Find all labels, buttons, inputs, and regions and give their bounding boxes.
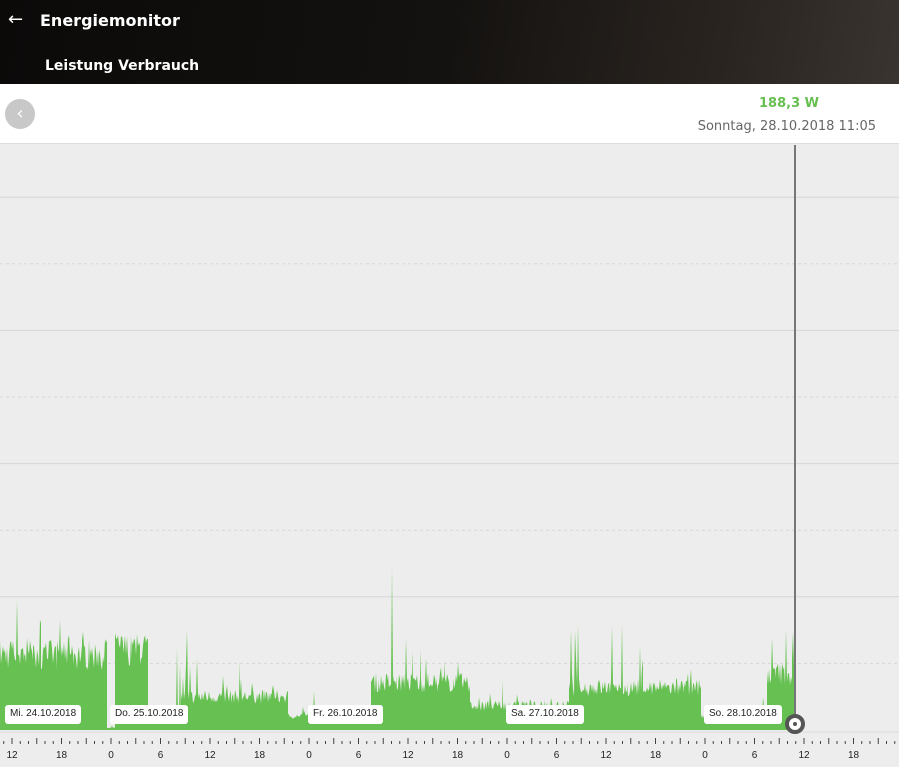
consumption-area-hour (90, 644, 99, 730)
current-value: 188,3 W (759, 96, 819, 111)
consumption-area-hour (429, 674, 437, 730)
x-tick-label: 0 (702, 750, 708, 761)
consumption-area-hour (486, 693, 495, 730)
consumption-area-hour (495, 680, 503, 730)
consumption-area-hour (272, 685, 280, 730)
consumption-area-hour (198, 690, 206, 730)
consumption-area-hour (693, 679, 701, 730)
x-tick-label: 12 (798, 750, 810, 761)
consumption-area-hour (594, 679, 602, 730)
x-tick-label: 0 (306, 750, 312, 761)
consumption-area-hour (643, 682, 651, 730)
consumption-area-hour (651, 679, 660, 730)
consumption-area-hour (297, 706, 305, 730)
x-tick-label: 18 (254, 750, 266, 761)
consumption-area-hour (478, 697, 486, 730)
x-tick-label: 6 (752, 750, 758, 761)
consumption-area-hour (610, 625, 618, 730)
x-tick-label: 12 (402, 750, 414, 761)
consumption-area-hour (618, 624, 627, 730)
x-tick-label: 18 (452, 750, 464, 761)
cursor-handle-dot (793, 722, 797, 726)
x-tick-label: 6 (158, 750, 164, 761)
x-tick-label: 18 (848, 750, 860, 761)
x-tick-label: 6 (554, 750, 560, 761)
consumption-area-hour (635, 645, 643, 730)
info-bar: ‹ 188,3 W Sonntag, 28.10.2018 11:05 (0, 84, 899, 144)
consumption-area-hour (107, 725, 115, 730)
page-subtitle: Leistung Verbrauch (45, 58, 200, 74)
consumption-area-hour (445, 673, 453, 730)
consumption-area-hour (214, 692, 222, 730)
power-chart[interactable]: 12 18 0 6 12 18 0 6 12 18 0 6 12 18 0 6 12 18 (0, 145, 899, 767)
consumption-area-hour (280, 690, 288, 730)
consumption-area-hour (783, 628, 792, 730)
x-tick-label: 0 (108, 750, 114, 761)
day-label: Fr. 26.10.2018 (308, 705, 383, 724)
consumption-area-hour (288, 713, 297, 730)
consumption-area-hour (412, 650, 420, 730)
consumption-area-hour (585, 682, 594, 730)
chevron-left-icon[interactable]: ‹ (5, 99, 35, 129)
consumption-area-hour (264, 689, 272, 730)
arrow-left-icon[interactable]: ← (8, 9, 23, 30)
consumption-area-hour (189, 658, 198, 730)
consumption-area-hour (82, 631, 90, 730)
consumption-area-hour (404, 637, 412, 730)
consumption-area-hour (99, 639, 107, 730)
page-title: Energiemonitor (40, 11, 180, 30)
consumption-area-hour (470, 701, 478, 730)
consumption-area-hour (684, 668, 693, 730)
consumption-area-hour (668, 682, 676, 730)
consumption-area-hour (239, 660, 247, 730)
x-tick-label: 0 (504, 750, 510, 761)
x-tick-label: 18 (56, 750, 68, 761)
day-label: Sa. 27.10.2018 (506, 705, 584, 724)
consumption-area-hour (437, 661, 445, 730)
consumption-area-hour (453, 662, 462, 730)
day-label: So. 28.10.2018 (704, 705, 782, 724)
x-tick-label: 12 (600, 750, 612, 761)
consumption-area-hour (676, 678, 684, 730)
consumption-area-hour (247, 682, 255, 730)
consumption-area-hour (602, 681, 610, 730)
consumption-area-hour (396, 674, 404, 730)
x-tick-label: 6 (356, 750, 362, 761)
current-timestamp: Sonntag, 28.10.2018 11:05 (697, 119, 876, 134)
consumption-area-hour (627, 680, 635, 730)
consumption-area-hour (660, 679, 668, 730)
x-tick-label: 18 (650, 750, 662, 761)
consumption-area-hour (462, 676, 470, 730)
consumption-area-hour (420, 649, 429, 730)
day-label: Do. 25.10.2018 (110, 705, 189, 724)
consumption-area-hour (222, 676, 231, 730)
consumption-area-hour (387, 567, 396, 730)
day-label: Mi. 24.10.2018 (5, 705, 82, 724)
consumption-area-hour (206, 691, 214, 730)
x-tick-label: 12 (204, 750, 216, 761)
app-header: ← Energiemonitor Leistung Verbrauch (0, 0, 899, 84)
consumption-area-hour (255, 690, 264, 730)
x-tick-label: 12 (6, 750, 18, 761)
consumption-area-hour (231, 689, 239, 730)
